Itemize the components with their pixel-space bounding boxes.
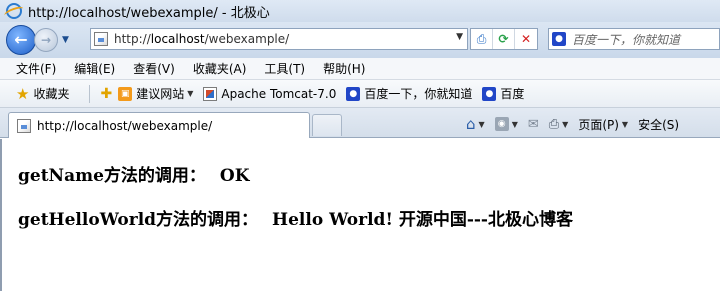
favorites-bar: ★ 收藏夹 ✚ ▣ 建议网站 ▼ Apache Tomcat-7.0 ● 百度一… — [0, 80, 720, 108]
gethelloworld-label: getHelloWorld方法的调用： — [18, 210, 259, 230]
chevron-down-icon: ▼ — [562, 119, 569, 129]
tab-bar: http://localhost/webexample/ ⌂ ▼ ◉ ▼ ✉ ⎙… — [0, 108, 720, 138]
title-bar: http://localhost/webexample/ - 北极心 — [0, 0, 720, 22]
chevron-down-icon: ▼ — [478, 119, 485, 129]
menu-view[interactable]: 查看(V) — [133, 60, 175, 77]
menu-favorites[interactable]: 收藏夹(A) — [193, 60, 247, 77]
fav-tomcat-label: Apache Tomcat-7.0 — [221, 86, 337, 101]
page-content: getName方法的调用： OK getHelloWorld方法的调用： Hello… — [0, 139, 720, 291]
fav-suggested-sites-label: 建议网站 — [136, 87, 185, 101]
address-bar[interactable]: http://localhost/webexample/ ▼ — [90, 28, 468, 50]
menu-tools[interactable]: 工具(T) — [264, 60, 305, 77]
getname-label: getName方法的调用： — [18, 166, 206, 186]
page-menu-label: 页面(P) — [578, 117, 619, 132]
address-host: localhost — [150, 32, 205, 46]
page-favicon-icon — [17, 118, 31, 133]
favorites-label: 收藏夹 — [33, 87, 70, 101]
stop-icon[interactable]: ✕ — [515, 29, 537, 49]
page-menu[interactable]: 页面(P) ▼ — [578, 116, 628, 133]
address-path: /webexample/ — [204, 32, 290, 46]
compatibility-view-icon[interactable]: ⎙ — [471, 29, 493, 49]
chevron-down-icon: ▼ — [187, 89, 194, 98]
address-scheme: http:// — [114, 32, 151, 46]
back-arrow-icon: ← — [14, 30, 28, 49]
home-button[interactable]: ⌂ ▼ — [466, 115, 485, 133]
recent-pages-dropdown[interactable]: ▼ — [62, 35, 74, 45]
menu-edit[interactable]: 编辑(E) — [74, 60, 115, 77]
forward-arrow-icon: → — [40, 33, 52, 47]
chevron-down-icon: ▼ — [511, 119, 518, 129]
ie-logo-icon — [6, 3, 22, 19]
safety-menu-label: 安全(S) — [638, 117, 680, 132]
address-text[interactable]: http://localhost/webexample/ — [114, 32, 289, 46]
add-favorite-icon[interactable]: ✚ — [100, 86, 112, 102]
safety-menu[interactable]: 安全(S) — [638, 116, 679, 133]
print-button[interactable]: ⎙ ▼ — [549, 117, 569, 132]
navigation-bar: ← → ▼ http://localhost/webexample/ ▼ ⎙ ⟳… — [0, 22, 720, 58]
baidu-paw-icon: ● — [346, 86, 361, 101]
chevron-down-icon: ▼ — [621, 119, 629, 129]
fav-baidu-search[interactable]: ● 百度一下，你就知道 — [346, 85, 472, 102]
tab-active[interactable]: http://localhost/webexample/ — [8, 112, 310, 138]
feeds-button[interactable]: ◉ ▼ — [494, 117, 518, 131]
fav-tomcat[interactable]: Apache Tomcat-7.0 — [203, 86, 337, 101]
fav-baidu[interactable]: ● 百度 — [482, 85, 524, 102]
address-actions: ⎙ ⟳ ✕ — [470, 28, 538, 50]
fav-baidu-search-label: 百度一下，你就知道 — [364, 87, 473, 101]
rss-feed-icon: ◉ — [494, 117, 509, 131]
home-icon: ⌂ — [466, 115, 476, 133]
search-input[interactable]: 百度一下，你就知道 — [572, 31, 680, 48]
favorites-button[interactable]: ★ 收藏夹 — [16, 85, 69, 103]
menu-file[interactable]: 文件(F) — [16, 60, 56, 77]
tab-title: http://localhost/webexample/ — [37, 118, 213, 133]
result-line-getname: getName方法的调用： OK — [18, 161, 250, 186]
fav-suggested-sites[interactable]: ▣ 建议网站 ▼ — [118, 85, 193, 102]
search-box[interactable]: ● 百度一下，你就知道 — [548, 28, 720, 50]
result-line-gethelloworld: getHelloWorld方法的调用： Hello World! 开源中国---北… — [18, 205, 573, 230]
mail-button[interactable]: ✉ — [528, 117, 539, 132]
separator — [89, 84, 91, 103]
forward-button[interactable]: → — [34, 28, 58, 52]
mail-icon: ✉ — [527, 116, 539, 132]
back-button[interactable]: ← — [6, 25, 36, 55]
menu-bar: 文件(F) 编辑(E) 查看(V) 收藏夹(A) 工具(T) 帮助(H) — [0, 58, 720, 80]
new-tab-button[interactable] — [312, 114, 342, 136]
getname-value: OK — [219, 166, 250, 186]
address-dropdown-icon[interactable]: ▼ — [456, 32, 463, 42]
gethelloworld-value: Hello World! 开源中国---北极心博客 — [272, 210, 573, 230]
fav-baidu-label: 百度 — [500, 87, 525, 101]
refresh-icon[interactable]: ⟳ — [493, 29, 515, 49]
baidu-paw-icon: ● — [552, 32, 566, 46]
tomcat-page-icon — [203, 86, 218, 101]
star-icon: ★ — [16, 84, 30, 103]
command-bar: ⌂ ▼ ◉ ▼ ✉ ⎙ ▼ 页面(P) ▼ 安全(S) — [466, 114, 689, 134]
menu-help[interactable]: 帮助(H) — [323, 60, 365, 77]
window-title: http://localhost/webexample/ - 北极心 — [28, 5, 270, 21]
suggested-sites-icon: ▣ — [118, 86, 133, 101]
printer-icon: ⎙ — [548, 116, 560, 132]
page-favicon-icon — [94, 32, 108, 46]
baidu-paw-icon: ● — [482, 86, 497, 101]
